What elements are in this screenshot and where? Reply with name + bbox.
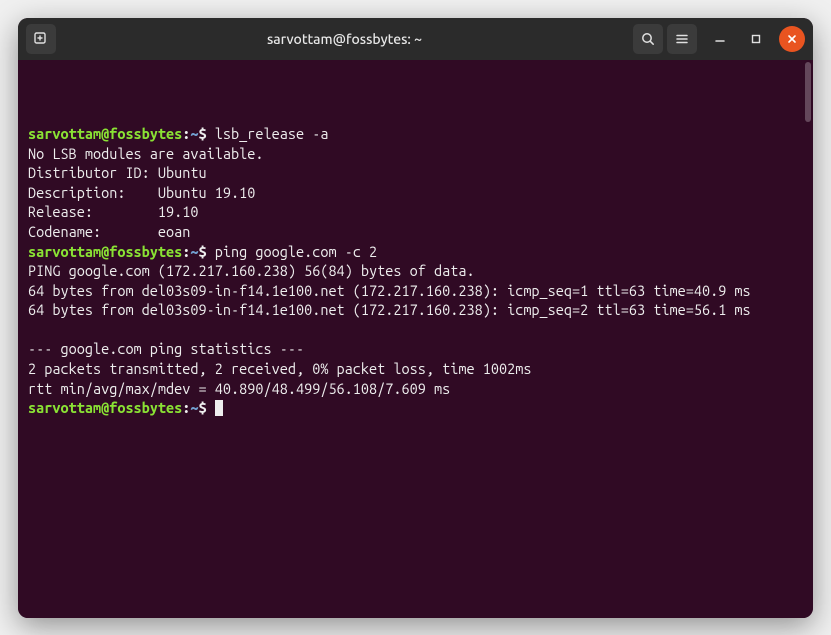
prompt-user-host: sarvottam@fossbytes bbox=[28, 125, 182, 142]
prompt-path: ~ bbox=[190, 399, 198, 416]
output-text: 64 bytes from del03s09-in-f14.1e100.net … bbox=[28, 301, 751, 318]
terminal-line: rtt min/avg/max/mdev = 40.890/48.499/56.… bbox=[28, 379, 795, 399]
maximize-button[interactable] bbox=[743, 26, 769, 52]
minimize-button[interactable] bbox=[707, 26, 733, 52]
terminal-line: 64 bytes from del03s09-in-f14.1e100.net … bbox=[28, 300, 795, 320]
prompt-user-host: sarvottam@fossbytes bbox=[28, 243, 182, 260]
output-text bbox=[28, 321, 36, 338]
close-button[interactable] bbox=[779, 26, 805, 52]
terminal-line: sarvottam@fossbytes:~$ lsb_release -a bbox=[28, 124, 795, 144]
close-icon bbox=[786, 33, 798, 45]
output-text: --- google.com ping statistics --- bbox=[28, 340, 304, 357]
minimize-icon bbox=[714, 33, 726, 45]
terminal-line bbox=[28, 320, 795, 340]
output-text: PING google.com (172.217.160.238) 56(84)… bbox=[28, 262, 475, 279]
terminal-line: Distributor ID: Ubuntu bbox=[28, 163, 795, 183]
command-text: lsb_release -a bbox=[215, 125, 329, 142]
maximize-icon bbox=[750, 33, 762, 45]
terminal-line: Codename: eoan bbox=[28, 222, 795, 242]
new-tab-icon bbox=[33, 31, 49, 47]
command-text: ping google.com -c 2 bbox=[215, 243, 377, 260]
hamburger-icon bbox=[674, 31, 690, 47]
terminal-line: 64 bytes from del03s09-in-f14.1e100.net … bbox=[28, 281, 795, 301]
prompt-user-host: sarvottam@fossbytes bbox=[28, 399, 182, 416]
titlebar: sarvottam@fossbytes: ~ bbox=[18, 18, 813, 60]
output-text: Release: 19.10 bbox=[28, 203, 199, 220]
window-title: sarvottam@fossbytes: ~ bbox=[64, 31, 625, 47]
output-text: 2 packets transmitted, 2 received, 0% pa… bbox=[28, 360, 531, 377]
search-icon bbox=[640, 31, 656, 47]
scrollbar-thumb[interactable] bbox=[805, 62, 811, 122]
terminal-line: Description: Ubuntu 19.10 bbox=[28, 183, 795, 203]
menu-button[interactable] bbox=[667, 24, 697, 54]
terminal-line: No LSB modules are available. bbox=[28, 144, 795, 164]
prompt-dollar: $ bbox=[199, 243, 215, 260]
new-tab-button[interactable] bbox=[26, 24, 56, 54]
output-text: Codename: eoan bbox=[28, 223, 190, 240]
prompt-dollar: $ bbox=[199, 399, 215, 416]
search-button[interactable] bbox=[633, 24, 663, 54]
output-text: rtt min/avg/max/mdev = 40.890/48.499/56.… bbox=[28, 380, 450, 397]
terminal-line: Release: 19.10 bbox=[28, 202, 795, 222]
output-text: 64 bytes from del03s09-in-f14.1e100.net … bbox=[28, 282, 751, 299]
terminal-area[interactable]: sarvottam@fossbytes:~$ lsb_release -aNo … bbox=[18, 60, 813, 618]
output-text: Distributor ID: Ubuntu bbox=[28, 164, 207, 181]
terminal-line: PING google.com (172.217.160.238) 56(84)… bbox=[28, 261, 795, 281]
terminal-line: sarvottam@fossbytes:~$ ping google.com -… bbox=[28, 242, 795, 262]
terminal-content: sarvottam@fossbytes:~$ lsb_release -aNo … bbox=[28, 124, 795, 417]
prompt-path: ~ bbox=[190, 243, 198, 260]
prompt-dollar: $ bbox=[199, 125, 215, 142]
output-text: No LSB modules are available. bbox=[28, 145, 263, 162]
prompt-path: ~ bbox=[190, 125, 198, 142]
terminal-line: --- google.com ping statistics --- bbox=[28, 339, 795, 359]
cursor bbox=[215, 400, 223, 416]
terminal-line: 2 packets transmitted, 2 received, 0% pa… bbox=[28, 359, 795, 379]
output-text: Description: Ubuntu 19.10 bbox=[28, 184, 255, 201]
terminal-window: sarvottam@fossbytes: ~ bbox=[18, 18, 813, 618]
terminal-line: sarvottam@fossbytes:~$ bbox=[28, 398, 795, 418]
